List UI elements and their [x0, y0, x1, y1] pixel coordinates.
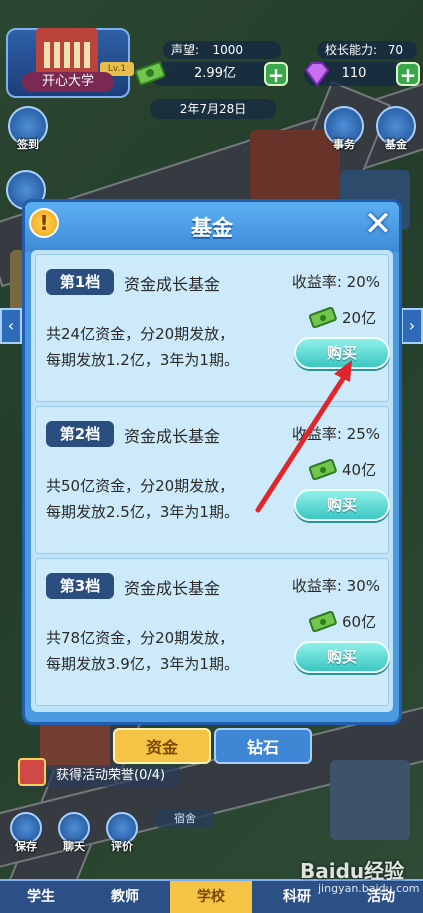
tier-desc-line1: 共78亿资金，分20期发放， [46, 629, 235, 647]
watermark-brand: Baidu经验 [300, 859, 405, 883]
signin-button[interactable]: 签到 [8, 106, 48, 151]
tier-desc-line2: 每期发放3.9亿，3年为1期。 [46, 655, 239, 673]
save-label: 保存 [15, 840, 37, 853]
school-name: 开心大学 [22, 72, 114, 92]
buy-button[interactable]: 购买 [294, 641, 390, 673]
tier-desc-line1: 共24亿资金，分20期发放， [46, 325, 235, 343]
chat-label: 聊天 [63, 840, 85, 853]
tier-rate: 收益率: 20% [291, 273, 380, 291]
tier-description: 共24亿资金，分20期发放， 每期发放1.2亿，3年为1期。 [46, 321, 276, 373]
nav-teachers[interactable]: 教师 [84, 881, 166, 913]
fund-tier-1: 第1档 资金成长基金 收益率: 20% 共24亿资金，分20期发放， 每期发放1… [35, 254, 390, 402]
close-icon[interactable]: ✕ [361, 207, 395, 242]
nav-students[interactable]: 学生 [0, 881, 82, 913]
tab-diamonds[interactable]: 钻石 [214, 728, 312, 764]
ability-value: 70 [387, 43, 403, 57]
affairs-button[interactable]: 事务 [324, 106, 364, 151]
cash-icon [134, 61, 166, 86]
tier-name: 资金成长基金 [124, 427, 221, 446]
tier-price: 40亿 [342, 461, 377, 479]
watermark-url: jingyan.baidu.com [318, 882, 420, 895]
diamond-icon [304, 62, 330, 87]
add-money-button[interactable]: + [264, 62, 288, 86]
money-value: 2.99亿 [194, 66, 236, 81]
tier-badge: 第3档 [46, 573, 114, 599]
activity-honor-text: 获得活动荣誉(0/4) [56, 768, 166, 783]
tier-rate: 收益率: 30% [291, 577, 380, 595]
add-diamond-button[interactable]: + [396, 62, 420, 86]
reputation-value: 1000 [212, 43, 243, 57]
gift-icon[interactable] [18, 758, 46, 786]
tier-name: 资金成长基金 [124, 275, 221, 294]
review-label: 评价 [111, 840, 133, 853]
fund-label: 基金 [385, 138, 407, 151]
cash-icon [308, 611, 337, 633]
tab-funds[interactable]: 资金 [113, 728, 211, 764]
fund-tier-2: 第2档 资金成长基金 收益率: 25% 共50亿资金，分20期发放， 每期发放2… [35, 406, 390, 554]
diamond-value: 110 [341, 66, 367, 81]
fund-dialog: ! 基金 ✕ 第1档 资金成长基金 收益率: 20% 共24亿资金，分20期发放… [22, 199, 402, 725]
tier-desc-line2: 每期发放2.5亿，3年为1期。 [46, 503, 239, 521]
reputation-label: 声望: [171, 43, 200, 57]
tier-badge: 第1档 [46, 269, 114, 295]
scroll-right-arrow[interactable]: › [401, 308, 423, 344]
ability-stat: 校长能力: 70 [317, 41, 417, 59]
fund-tier-3: 第3档 资金成长基金 收益率: 30% 共78亿资金，分20期发放， 每期发放3… [35, 558, 390, 706]
affairs-label: 事务 [333, 138, 355, 151]
tier-rate: 收益率: 25% [291, 425, 380, 443]
tier-price: 60亿 [342, 613, 377, 631]
school-card[interactable]: Lv.1 开心大学 [6, 28, 134, 98]
tier-description: 共50亿资金，分20期发放， 每期发放2.5亿，3年为1期。 [46, 473, 276, 525]
fund-button[interactable]: 基金 [376, 106, 416, 151]
top-bar: Lv.1 开心大学 声望: 1000 校长能力: 70 2.99亿 + 110 … [0, 0, 423, 100]
dorm-label[interactable]: 宿舍 [156, 810, 214, 828]
tier-desc-line1: 共50亿资金，分20期发放， [46, 477, 235, 495]
buy-button[interactable]: 购买 [294, 337, 390, 369]
nav-school[interactable]: 学校 [170, 881, 252, 913]
signin-label: 签到 [17, 138, 39, 151]
tier-badge: 第2档 [46, 421, 114, 447]
scroll-left-arrow[interactable]: ‹ [0, 308, 22, 344]
dialog-body: 第1档 资金成长基金 收益率: 20% 共24亿资金，分20期发放， 每期发放1… [31, 250, 393, 712]
tier-desc-line2: 每期发放1.2亿，3年为1期。 [46, 351, 239, 369]
money-display: 2.99亿 [150, 62, 280, 86]
school-building-icon [36, 28, 98, 74]
dialog-title: 基金 [191, 216, 233, 240]
tier-name: 资金成长基金 [124, 579, 221, 598]
reputation-stat: 声望: 1000 [163, 41, 281, 59]
cash-icon [308, 307, 337, 329]
tier-price: 20亿 [342, 309, 377, 327]
tier-description: 共78亿资金，分20期发放， 每期发放3.9亿，3年为1期。 [46, 625, 276, 677]
game-date: 2年7月28日 [150, 99, 276, 119]
cash-icon [308, 459, 337, 481]
dialog-header: ! 基金 ✕ [25, 202, 399, 252]
ability-label: 校长能力: [325, 43, 378, 57]
buy-button[interactable]: 购买 [294, 489, 390, 521]
